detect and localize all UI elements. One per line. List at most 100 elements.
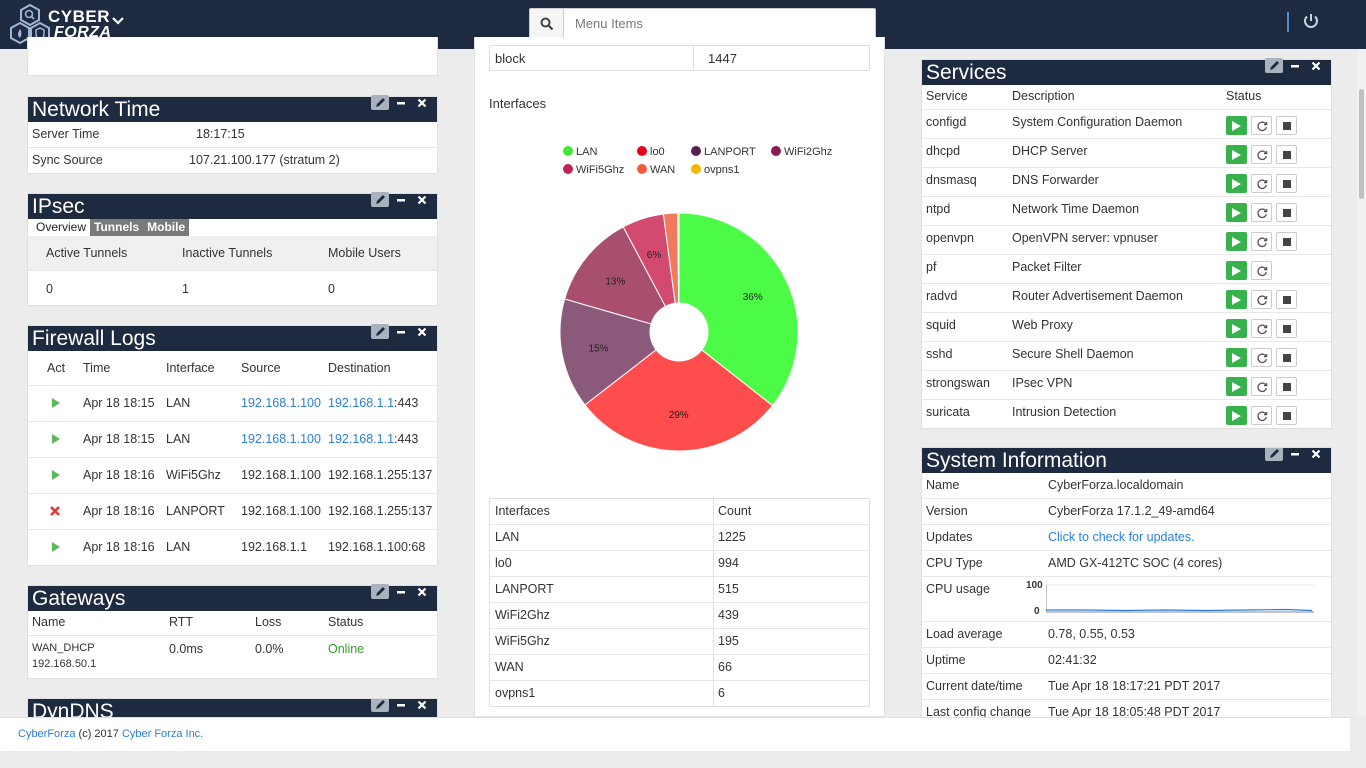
legend-item-ovpns1[interactable]: ovpns1 (691, 164, 739, 176)
close-icon[interactable] (1307, 58, 1325, 73)
start-service-button[interactable] (1226, 348, 1247, 367)
sysinfo-value[interactable]: Click to check for updates. (1048, 530, 1195, 544)
legend-item-lan[interactable]: LAN (563, 146, 597, 158)
close-icon[interactable] (413, 95, 431, 110)
stop-service-button[interactable] (1276, 174, 1297, 193)
start-service-button[interactable] (1226, 116, 1247, 135)
start-service-button[interactable] (1226, 406, 1247, 425)
legend-swatch (637, 146, 647, 156)
restart-service-button[interactable] (1251, 377, 1272, 396)
start-service-button[interactable] (1226, 232, 1247, 251)
sysinfo-label: Version (926, 504, 968, 518)
stop-service-button[interactable] (1276, 348, 1297, 367)
edit-icon[interactable] (371, 324, 389, 339)
legend-item-wan[interactable]: WAN (637, 164, 675, 176)
start-service-button[interactable] (1226, 290, 1247, 309)
interface-name: LAN (495, 530, 520, 544)
legend-label: LAN (576, 146, 597, 158)
restart-service-button[interactable] (1251, 174, 1272, 193)
edit-icon[interactable] (371, 192, 389, 207)
stop-service-button[interactable] (1276, 377, 1297, 396)
interface-count: 1225 (718, 530, 746, 544)
scrollbar-thumb[interactable] (1359, 89, 1364, 199)
edit-icon[interactable] (1265, 58, 1283, 73)
close-icon[interactable] (413, 699, 431, 712)
power-icon[interactable] (1302, 12, 1320, 33)
col-header: Description (1012, 89, 1075, 103)
stop-service-button[interactable] (1276, 116, 1297, 135)
edit-icon[interactable] (1265, 448, 1283, 461)
restart-service-button[interactable] (1251, 348, 1272, 367)
tab-mobile[interactable]: Mobile (143, 219, 190, 236)
restart-service-button[interactable] (1251, 203, 1272, 222)
col-header: Time (83, 361, 111, 375)
legend-item-wifi2ghz[interactable]: WiFi2Ghz (771, 146, 832, 158)
close-icon[interactable] (413, 192, 431, 207)
close-icon[interactable] (1307, 448, 1325, 461)
chevron-down-icon[interactable] (112, 14, 124, 29)
log-destination-text: :443 (394, 396, 419, 410)
close-icon[interactable] (413, 584, 431, 599)
tab-tunnels[interactable]: Tunnels (90, 219, 144, 236)
edit-icon[interactable] (371, 584, 389, 599)
minimize-icon[interactable] (1286, 448, 1304, 461)
start-service-button[interactable] (1226, 203, 1247, 222)
minimize-icon[interactable] (392, 95, 410, 110)
page-scrollbar[interactable] (1357, 49, 1366, 717)
footer-product-link[interactable]: CyberForza (18, 728, 75, 740)
start-service-button[interactable] (1226, 319, 1247, 338)
legend-item-lo0[interactable]: lo0 (637, 146, 665, 158)
service-description: IPsec VPN (1012, 376, 1073, 390)
stop-service-button[interactable] (1276, 145, 1297, 164)
table-row: Load average 0.78, 0.55, 0.53 (922, 622, 1331, 648)
inactive-tunnels-value: 1 (182, 282, 189, 296)
start-service-button[interactable] (1226, 377, 1247, 396)
log-source[interactable]: 192.168.1.100 (241, 396, 321, 410)
network-time-widget: Network Time Server Time 18:17:15 Sync S… (27, 95, 438, 174)
stop-service-button[interactable] (1276, 290, 1297, 309)
restart-service-button[interactable] (1251, 232, 1272, 251)
minimize-icon[interactable] (392, 584, 410, 599)
interface-name: ovpns1 (495, 686, 536, 700)
restart-service-button[interactable] (1251, 261, 1272, 280)
tab-overview[interactable]: Overview (32, 219, 91, 236)
widget-title: Gateways (32, 587, 126, 610)
stop-service-button[interactable] (1276, 232, 1297, 251)
sysinfo-label: Current date/time (926, 679, 1023, 693)
start-service-button[interactable] (1226, 261, 1247, 280)
service-name: radvd (926, 289, 958, 303)
firewall-header-row: Act Time Interface Source Destination (28, 351, 437, 386)
menu-search-input[interactable] (565, 9, 873, 38)
log-destination-link[interactable]: 192.168.1.1 (328, 396, 394, 410)
stop-service-button[interactable] (1276, 203, 1297, 222)
restart-service-button[interactable] (1251, 145, 1272, 164)
footer-company-link[interactable]: Cyber Forza Inc. (122, 728, 203, 740)
widget-title: Firewall Logs (32, 327, 156, 350)
restart-service-button[interactable] (1251, 116, 1272, 135)
edit-icon[interactable] (371, 699, 389, 712)
active-tunnels-value: 0 (46, 282, 53, 296)
log-destination-link[interactable]: 192.168.1.1 (328, 432, 394, 446)
legend-item-lanport[interactable]: LANPORT (691, 146, 756, 158)
service-name: dnsmasq (926, 173, 977, 187)
log-source[interactable]: 192.168.1.100 (241, 432, 321, 446)
start-service-button[interactable] (1226, 145, 1247, 164)
restart-service-button[interactable] (1251, 290, 1272, 309)
close-icon[interactable] (413, 324, 431, 339)
stop-service-button[interactable] (1276, 406, 1297, 425)
minimize-icon[interactable] (1286, 58, 1304, 73)
start-service-button[interactable] (1226, 174, 1247, 193)
stop-service-button[interactable] (1276, 319, 1297, 338)
minimize-icon[interactable] (392, 324, 410, 339)
restart-service-button[interactable] (1251, 406, 1272, 425)
interfaces-table: Interfaces Count LAN 1225 lo0 994 LANPOR… (489, 498, 870, 707)
minimize-icon[interactable] (392, 699, 410, 712)
restart-service-button[interactable] (1251, 319, 1272, 338)
legend-item-wifi5ghz[interactable]: WiFi5Ghz (563, 164, 624, 176)
network-time-row: Server Time 18:17:15 (28, 122, 437, 148)
interface-name: WAN (495, 660, 524, 674)
minimize-icon[interactable] (392, 192, 410, 207)
ipsec-header-row: Active Tunnels Inactive Tunnels Mobile U… (28, 236, 437, 271)
edit-icon[interactable] (371, 95, 389, 110)
search-icon[interactable] (530, 9, 564, 38)
